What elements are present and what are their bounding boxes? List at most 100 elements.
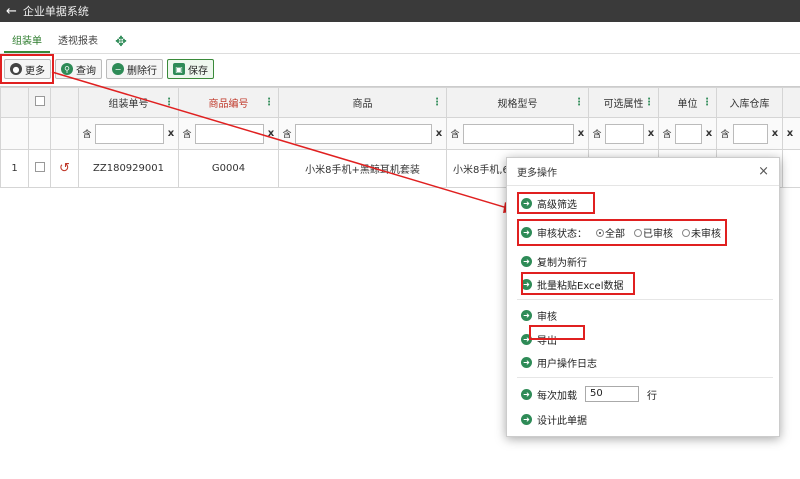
close-icon[interactable]: × bbox=[758, 164, 769, 179]
select-all-header bbox=[28, 87, 51, 118]
load-count-item: ➜ 每次加载 50 行 bbox=[521, 386, 657, 402]
filter-spec: 含x bbox=[446, 117, 589, 150]
query-label: 查询 bbox=[76, 65, 96, 77]
crosshair-icon[interactable]: ✥ bbox=[110, 31, 132, 53]
filter-extra: x bbox=[782, 117, 800, 150]
arrow-right-circle-icon: ➜ bbox=[521, 414, 532, 425]
user-log-item[interactable]: ➜ 用户操作日志 bbox=[521, 355, 597, 370]
save-icon: ▣ bbox=[173, 63, 185, 75]
filter-clear-button[interactable]: x bbox=[576, 128, 586, 139]
col-product-code-label: 商品编号 bbox=[208, 99, 249, 110]
filter-clear-button[interactable]: x bbox=[704, 128, 714, 139]
filter-input[interactable] bbox=[295, 123, 432, 144]
undo-icon[interactable]: ↺ bbox=[59, 161, 70, 176]
minus-icon: − bbox=[112, 63, 124, 75]
audit-item[interactable]: ➜ 审核 bbox=[521, 308, 557, 323]
filter-input[interactable] bbox=[605, 123, 644, 144]
filter-cell bbox=[0, 117, 29, 150]
save-label: 保存 bbox=[188, 65, 208, 77]
col-order-no-label: 组装单号 bbox=[108, 99, 149, 110]
column-menu-icon[interactable]: ⋮ bbox=[432, 97, 442, 108]
annotation-box bbox=[521, 272, 635, 295]
column-menu-icon[interactable]: ⋮ bbox=[164, 97, 174, 108]
delete-row-label: 删除行 bbox=[127, 65, 157, 77]
filter-op[interactable]: 含 bbox=[719, 127, 731, 140]
filter-input[interactable] bbox=[195, 123, 264, 144]
column-menu-icon[interactable]: ⋮ bbox=[264, 97, 274, 108]
col-product-label: 商品 bbox=[352, 99, 373, 110]
row-select bbox=[28, 149, 51, 188]
col-product[interactable]: 商品 ⋮ bbox=[278, 87, 447, 118]
col-order-no[interactable]: 组装单号 ⋮ bbox=[78, 87, 179, 118]
query-button[interactable]: ⚲ 查询 bbox=[55, 59, 102, 79]
filter-op[interactable]: 含 bbox=[591, 127, 603, 140]
filter-product-code: 含x bbox=[178, 117, 279, 150]
design-form-item[interactable]: ➜ 设计此单据 bbox=[521, 412, 587, 427]
column-menu-icon[interactable]: ⋮ bbox=[702, 97, 712, 108]
filter-clear-button[interactable]: x bbox=[434, 128, 444, 139]
filter-unit: 含x bbox=[658, 117, 717, 150]
select-all-checkbox[interactable] bbox=[34, 96, 45, 106]
filter-op[interactable]: 含 bbox=[661, 127, 673, 140]
column-menu-icon[interactable]: ⋮ bbox=[574, 97, 584, 108]
col-warehouse[interactable]: 入库仓库 bbox=[716, 87, 783, 118]
delete-row-button[interactable]: − 删除行 bbox=[106, 59, 163, 79]
annotation-box bbox=[0, 54, 54, 84]
app-header: ← 企业单据系统 bbox=[0, 0, 800, 22]
col-unit-label: 单位 bbox=[677, 99, 698, 110]
col-product-code[interactable]: 商品编号 ⋮ bbox=[178, 87, 279, 118]
filter-clear-button[interactable]: x bbox=[770, 128, 780, 139]
filter-clear-button[interactable]: x bbox=[785, 128, 795, 139]
col-unit[interactable]: 单位 ⋮ bbox=[658, 87, 717, 118]
filter-warehouse: 含x bbox=[716, 117, 783, 150]
tab-pivot-report[interactable]: 透视报表 bbox=[50, 31, 106, 53]
cell-extra[interactable] bbox=[782, 149, 800, 188]
row-number-header bbox=[0, 87, 29, 118]
arrow-right-circle-icon: ➜ bbox=[521, 388, 532, 400]
filter-clear-button[interactable]: x bbox=[646, 128, 656, 139]
filter-cell bbox=[50, 117, 79, 150]
back-arrow-icon[interactable]: ← bbox=[6, 4, 17, 19]
filter-op[interactable]: 含 bbox=[81, 127, 93, 140]
filter-clear-button[interactable]: x bbox=[266, 128, 276, 139]
copy-row-item[interactable]: ➜ 复制为新行 bbox=[521, 254, 587, 269]
filter-input[interactable] bbox=[675, 123, 702, 144]
row-checkbox[interactable] bbox=[34, 162, 45, 172]
divider bbox=[517, 377, 773, 378]
filter-clear-button[interactable]: x bbox=[166, 128, 176, 139]
filter-input[interactable] bbox=[463, 123, 574, 144]
filter-op[interactable]: 含 bbox=[449, 127, 461, 140]
user-log-label: 用户操作日志 bbox=[537, 359, 597, 370]
col-warehouse-label: 入库仓库 bbox=[729, 99, 770, 110]
tab-assembly-order[interactable]: 组装单 bbox=[4, 31, 50, 53]
column-menu-icon[interactable]: ⋮ bbox=[644, 97, 654, 108]
arrow-right-circle-icon: ➜ bbox=[521, 310, 532, 321]
arrow-right-circle-icon: ➜ bbox=[521, 256, 532, 267]
cell-product[interactable]: 小米8手机+黑鲸耳机套装 bbox=[278, 149, 447, 188]
load-count-input[interactable]: 50 bbox=[585, 386, 639, 402]
filter-op[interactable]: 含 bbox=[181, 127, 193, 140]
cell-product-code[interactable]: G0004 bbox=[178, 149, 279, 188]
annotation-box bbox=[517, 219, 727, 246]
col-extra[interactable]: 组 bbox=[782, 87, 800, 118]
col-spec[interactable]: 规格型号 ⋮ bbox=[446, 87, 589, 118]
annotation-box bbox=[517, 192, 595, 214]
load-suffix-label: 行 bbox=[647, 390, 657, 402]
filter-product: 含x bbox=[278, 117, 447, 150]
filter-order-no: 含x bbox=[78, 117, 179, 150]
filter-input[interactable] bbox=[733, 123, 768, 144]
annotation-box bbox=[529, 325, 585, 340]
divider bbox=[517, 299, 773, 300]
app-title: 企业单据系统 bbox=[22, 5, 89, 18]
design-form-label: 设计此单据 bbox=[537, 416, 587, 427]
action-header bbox=[50, 87, 79, 118]
cell-order-no[interactable]: ZZ180929001 bbox=[78, 149, 179, 188]
filter-input[interactable] bbox=[95, 123, 164, 144]
filter-cell bbox=[28, 117, 51, 150]
col-optional-attr[interactable]: 可选属性 ⋮ bbox=[588, 87, 659, 118]
save-button[interactable]: ▣ 保存 bbox=[167, 59, 214, 79]
filter-op[interactable]: 含 bbox=[281, 127, 293, 140]
more-actions-dialog: 更多操作 × ➜ 高级筛选 ➜ 审核状态： 全部 已审核 未审核 ➜ 复制为新行… bbox=[506, 157, 780, 437]
load-prefix-label: 每次加载 bbox=[537, 390, 577, 402]
arrow-right-circle-icon: ➜ bbox=[521, 357, 532, 368]
